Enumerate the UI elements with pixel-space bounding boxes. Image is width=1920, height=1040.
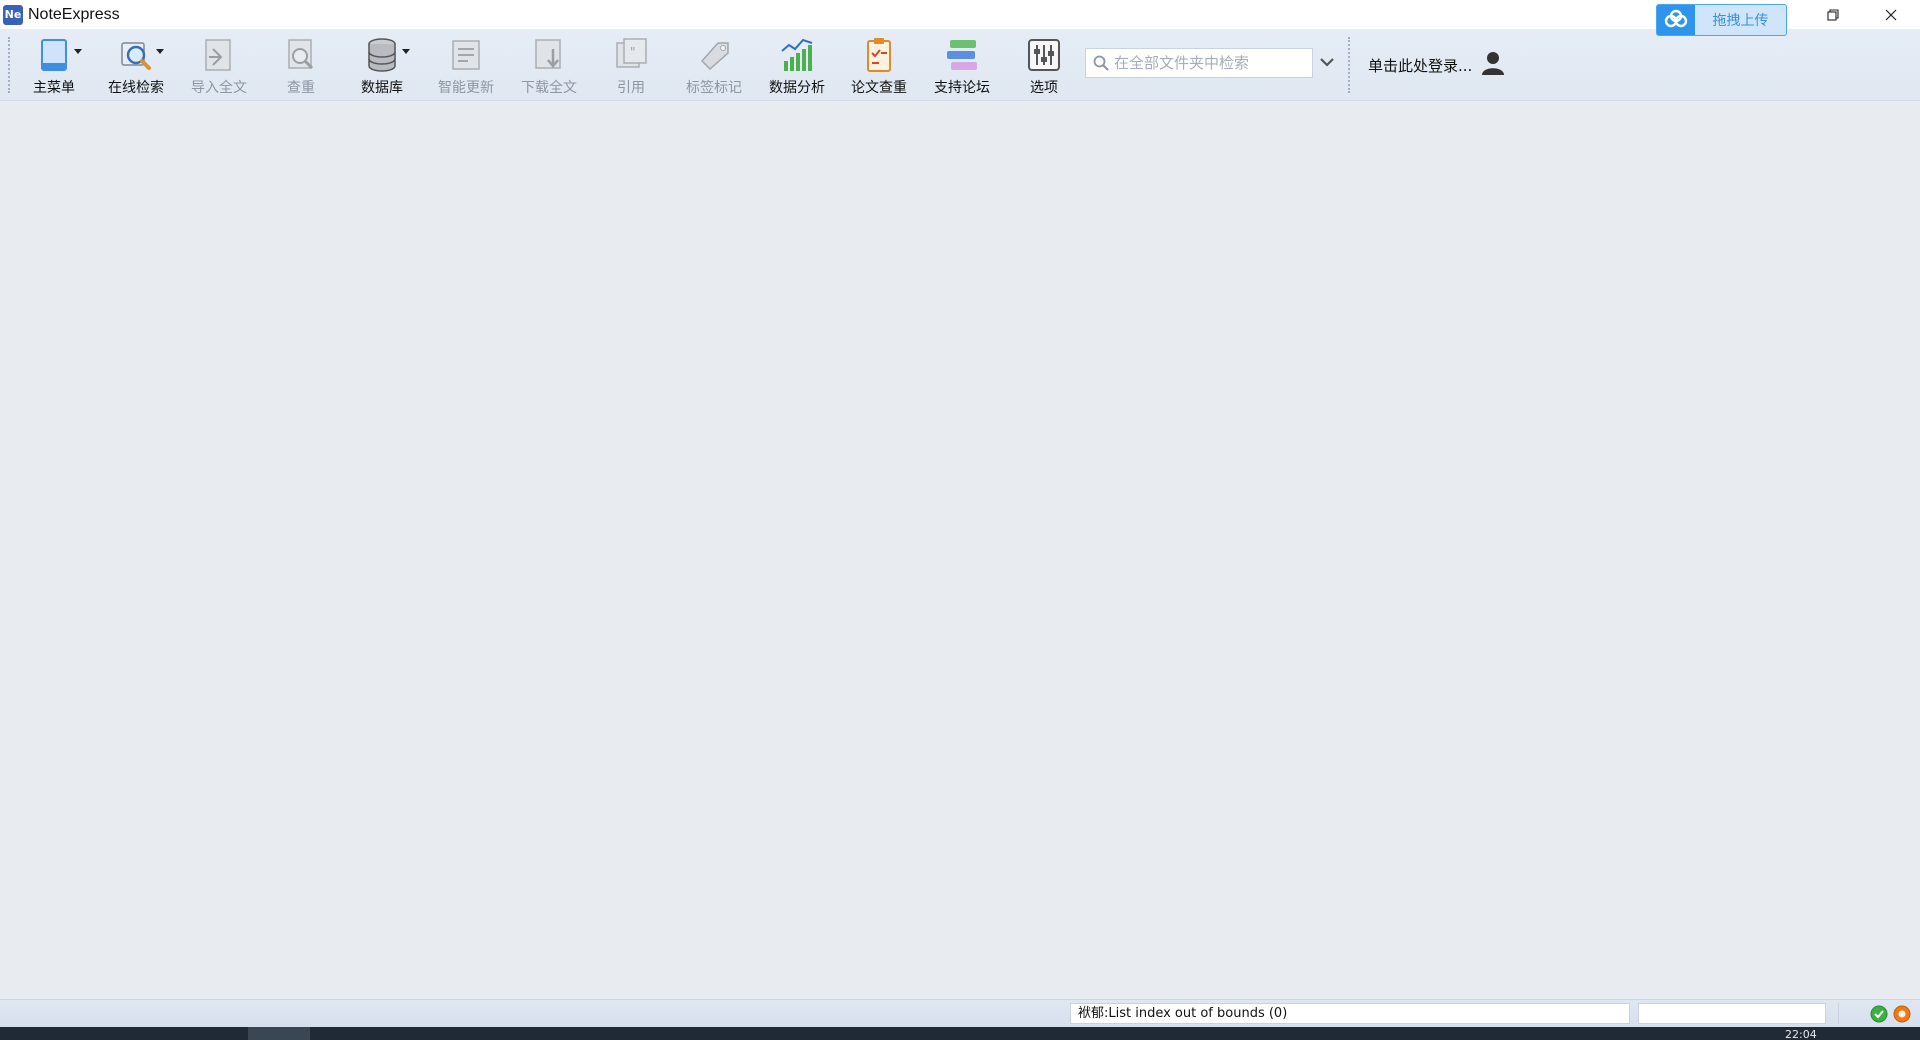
online-search-button[interactable]: 在线检索 xyxy=(97,33,175,97)
close-button[interactable] xyxy=(1862,0,1920,29)
main-menu-label: 主菜单 xyxy=(33,80,75,96)
options-icon xyxy=(1022,33,1066,76)
smart-update-button[interactable]: 智能更新 xyxy=(427,33,505,97)
forum-button[interactable]: 支持论坛 xyxy=(923,33,1001,97)
cite-button[interactable]: " 引用 xyxy=(592,33,670,97)
database-button[interactable]: 数据库 xyxy=(343,33,421,97)
cloud-upload-icon xyxy=(1657,5,1695,35)
main-toolbar: 主菜单 在线检索 导入全文 查重 数据库 智能更新 下载全文 " 引用 标签标记… xyxy=(0,29,1920,101)
status-message: 袱郁:List index out of bounds (0) xyxy=(1070,1003,1630,1024)
duplicate-check-label: 查重 xyxy=(287,80,315,96)
paper-check-label: 论文查重 xyxy=(851,80,907,96)
chevron-down-icon xyxy=(156,49,164,54)
workspace-area xyxy=(0,101,1920,999)
download-fulltext-button[interactable]: 下载全文 xyxy=(510,33,588,97)
cite-label: 引用 xyxy=(617,80,645,96)
online-search-icon xyxy=(114,33,164,76)
download-fulltext-label: 下载全文 xyxy=(521,80,577,96)
tag-button[interactable]: 标签标记 xyxy=(675,33,753,97)
search-box xyxy=(1085,48,1313,78)
smart-update-label: 智能更新 xyxy=(438,80,494,96)
title-bar: Ne NoteExpress xyxy=(0,0,1920,29)
status-field xyxy=(1638,1003,1826,1024)
restore-button[interactable] xyxy=(1804,0,1862,29)
import-fulltext-icon xyxy=(197,33,241,76)
database-icon xyxy=(360,33,410,76)
restore-icon xyxy=(1827,8,1839,21)
chevron-down-icon xyxy=(74,49,82,54)
main-menu-button[interactable]: 主菜单 xyxy=(15,33,93,97)
duplicate-check-button[interactable]: 查重 xyxy=(262,33,340,97)
login-link[interactable]: 单击此处登录... xyxy=(1368,55,1472,76)
main-menu-icon xyxy=(32,33,82,76)
window-title: NoteExpress xyxy=(28,5,120,23)
data-analysis-label: 数据分析 xyxy=(769,80,825,96)
smart-update-icon xyxy=(444,33,488,76)
chevron-down-icon xyxy=(402,49,410,54)
app-logo-icon: Ne xyxy=(3,4,23,25)
cite-icon: " xyxy=(609,33,653,76)
paper-check-button[interactable]: 论文查重 xyxy=(840,33,918,97)
online-search-label: 在线检索 xyxy=(108,80,164,96)
os-taskbar: 22:04 xyxy=(0,1027,1920,1040)
taskbar-clock: 22:04 xyxy=(1785,1028,1817,1040)
close-icon xyxy=(1885,9,1897,20)
drag-upload-label: 拖拽上传 xyxy=(1712,13,1769,29)
options-label: 选项 xyxy=(1030,80,1058,96)
user-icon[interactable] xyxy=(1480,50,1506,76)
search-icon xyxy=(1093,55,1109,71)
forum-label: 支持论坛 xyxy=(934,80,990,96)
search-dropdown-chevron-icon[interactable] xyxy=(1318,53,1336,71)
drag-upload-button[interactable]: 拖拽上传 xyxy=(1656,4,1787,36)
paper-check-icon xyxy=(857,33,901,76)
forum-icon xyxy=(940,33,984,76)
data-analysis-button[interactable]: 数据分析 xyxy=(758,33,836,97)
download-fulltext-icon xyxy=(527,33,571,76)
tag-label: 标签标记 xyxy=(686,80,742,96)
status-divider xyxy=(1838,1003,1864,1024)
database-label: 数据库 xyxy=(361,80,403,96)
import-fulltext-button[interactable]: 导入全文 xyxy=(180,33,258,97)
notification-icon[interactable] xyxy=(1893,1005,1911,1023)
search-input[interactable] xyxy=(1114,54,1304,72)
tag-icon xyxy=(692,33,736,76)
svg-text:": " xyxy=(630,45,636,59)
status-bar: 袱郁:List index out of bounds (0) xyxy=(0,999,1920,1027)
data-analysis-icon xyxy=(775,33,819,76)
duplicate-check-icon xyxy=(279,33,323,76)
taskbar-active-item[interactable] xyxy=(248,1027,310,1040)
toolbar-separator xyxy=(1348,37,1350,93)
import-fulltext-label: 导入全文 xyxy=(191,80,247,96)
sync-ok-icon[interactable] xyxy=(1870,1005,1888,1023)
options-button[interactable]: 选项 xyxy=(1005,33,1083,97)
toolbar-grip[interactable] xyxy=(8,37,10,93)
